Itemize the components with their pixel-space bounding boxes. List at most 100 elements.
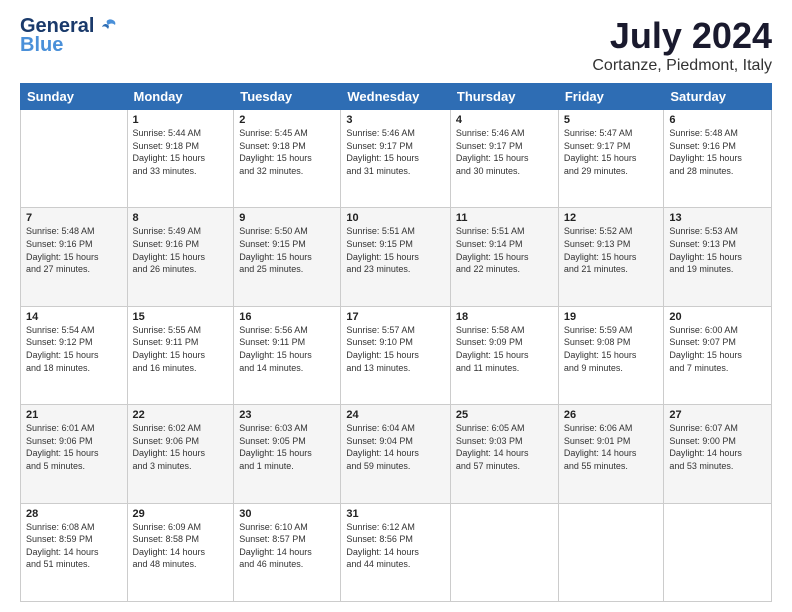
day-cell: 14Sunrise: 5:54 AM Sunset: 9:12 PM Dayli… — [21, 306, 128, 404]
day-info: Sunrise: 5:44 AM Sunset: 9:18 PM Dayligh… — [133, 127, 229, 177]
day-cell: 18Sunrise: 5:58 AM Sunset: 9:09 PM Dayli… — [450, 306, 558, 404]
day-info: Sunrise: 5:56 AM Sunset: 9:11 PM Dayligh… — [239, 324, 335, 374]
day-number: 15 — [133, 311, 229, 323]
logo: General Blue — [20, 15, 119, 57]
day-cell: 27Sunrise: 6:07 AM Sunset: 9:00 PM Dayli… — [664, 405, 772, 503]
day-info: Sunrise: 5:46 AM Sunset: 9:17 PM Dayligh… — [346, 127, 445, 177]
day-info: Sunrise: 5:55 AM Sunset: 9:11 PM Dayligh… — [133, 324, 229, 374]
day-info: Sunrise: 6:04 AM Sunset: 9:04 PM Dayligh… — [346, 422, 445, 472]
day-cell: 19Sunrise: 5:59 AM Sunset: 9:08 PM Dayli… — [558, 306, 664, 404]
col-header-friday: Friday — [558, 84, 664, 110]
day-cell: 5Sunrise: 5:47 AM Sunset: 9:17 PM Daylig… — [558, 110, 664, 208]
day-info: Sunrise: 5:47 AM Sunset: 9:17 PM Dayligh… — [564, 127, 659, 177]
day-number: 12 — [564, 212, 659, 224]
day-info: Sunrise: 5:48 AM Sunset: 9:16 PM Dayligh… — [26, 225, 122, 275]
day-cell: 4Sunrise: 5:46 AM Sunset: 9:17 PM Daylig… — [450, 110, 558, 208]
day-info: Sunrise: 6:05 AM Sunset: 9:03 PM Dayligh… — [456, 422, 553, 472]
day-info: Sunrise: 6:10 AM Sunset: 8:57 PM Dayligh… — [239, 521, 335, 571]
day-cell: 11Sunrise: 5:51 AM Sunset: 9:14 PM Dayli… — [450, 208, 558, 306]
day-info: Sunrise: 5:57 AM Sunset: 9:10 PM Dayligh… — [346, 324, 445, 374]
col-header-tuesday: Tuesday — [234, 84, 341, 110]
day-number: 23 — [239, 409, 335, 421]
day-cell — [450, 503, 558, 601]
month-year: July 2024 — [592, 15, 772, 57]
day-info: Sunrise: 6:07 AM Sunset: 9:00 PM Dayligh… — [669, 422, 766, 472]
col-header-saturday: Saturday — [664, 84, 772, 110]
day-cell: 17Sunrise: 5:57 AM Sunset: 9:10 PM Dayli… — [341, 306, 451, 404]
day-info: Sunrise: 6:06 AM Sunset: 9:01 PM Dayligh… — [564, 422, 659, 472]
day-cell: 23Sunrise: 6:03 AM Sunset: 9:05 PM Dayli… — [234, 405, 341, 503]
day-cell: 31Sunrise: 6:12 AM Sunset: 8:56 PM Dayli… — [341, 503, 451, 601]
day-info: Sunrise: 5:48 AM Sunset: 9:16 PM Dayligh… — [669, 127, 766, 177]
day-number: 24 — [346, 409, 445, 421]
day-info: Sunrise: 6:01 AM Sunset: 9:06 PM Dayligh… — [26, 422, 122, 472]
day-cell: 1Sunrise: 5:44 AM Sunset: 9:18 PM Daylig… — [127, 110, 234, 208]
header: General Blue July 2024 Cortanze, Piedmon… — [20, 15, 772, 75]
day-number: 27 — [669, 409, 766, 421]
day-cell: 15Sunrise: 5:55 AM Sunset: 9:11 PM Dayli… — [127, 306, 234, 404]
day-number: 31 — [346, 508, 445, 520]
day-info: Sunrise: 6:03 AM Sunset: 9:05 PM Dayligh… — [239, 422, 335, 472]
col-header-monday: Monday — [127, 84, 234, 110]
day-number: 10 — [346, 212, 445, 224]
day-number: 6 — [669, 114, 766, 126]
day-cell: 20Sunrise: 6:00 AM Sunset: 9:07 PM Dayli… — [664, 306, 772, 404]
col-header-wednesday: Wednesday — [341, 84, 451, 110]
day-info: Sunrise: 5:52 AM Sunset: 9:13 PM Dayligh… — [564, 225, 659, 275]
day-number: 1 — [133, 114, 229, 126]
day-cell: 22Sunrise: 6:02 AM Sunset: 9:06 PM Dayli… — [127, 405, 234, 503]
day-cell — [664, 503, 772, 601]
day-cell: 13Sunrise: 5:53 AM Sunset: 9:13 PM Dayli… — [664, 208, 772, 306]
day-number: 20 — [669, 311, 766, 323]
day-number: 8 — [133, 212, 229, 224]
day-number: 26 — [564, 409, 659, 421]
week-row-3: 14Sunrise: 5:54 AM Sunset: 9:12 PM Dayli… — [21, 306, 772, 404]
col-header-thursday: Thursday — [450, 84, 558, 110]
day-cell: 21Sunrise: 6:01 AM Sunset: 9:06 PM Dayli… — [21, 405, 128, 503]
day-number: 7 — [26, 212, 122, 224]
day-number: 4 — [456, 114, 553, 126]
title-block: July 2024 Cortanze, Piedmont, Italy — [592, 15, 772, 75]
day-cell: 8Sunrise: 5:49 AM Sunset: 9:16 PM Daylig… — [127, 208, 234, 306]
day-info: Sunrise: 6:02 AM Sunset: 9:06 PM Dayligh… — [133, 422, 229, 472]
day-number: 2 — [239, 114, 335, 126]
logo-blue-text: Blue — [20, 34, 63, 57]
day-info: Sunrise: 5:58 AM Sunset: 9:09 PM Dayligh… — [456, 324, 553, 374]
day-number: 11 — [456, 212, 553, 224]
day-cell: 26Sunrise: 6:06 AM Sunset: 9:01 PM Dayli… — [558, 405, 664, 503]
day-number: 3 — [346, 114, 445, 126]
day-number: 9 — [239, 212, 335, 224]
day-cell: 3Sunrise: 5:46 AM Sunset: 9:17 PM Daylig… — [341, 110, 451, 208]
day-number: 16 — [239, 311, 335, 323]
day-cell: 28Sunrise: 6:08 AM Sunset: 8:59 PM Dayli… — [21, 503, 128, 601]
day-cell: 10Sunrise: 5:51 AM Sunset: 9:15 PM Dayli… — [341, 208, 451, 306]
day-info: Sunrise: 5:45 AM Sunset: 9:18 PM Dayligh… — [239, 127, 335, 177]
day-info: Sunrise: 6:00 AM Sunset: 9:07 PM Dayligh… — [669, 324, 766, 374]
day-info: Sunrise: 6:09 AM Sunset: 8:58 PM Dayligh… — [133, 521, 229, 571]
week-row-5: 28Sunrise: 6:08 AM Sunset: 8:59 PM Dayli… — [21, 503, 772, 601]
day-number: 21 — [26, 409, 122, 421]
day-number: 18 — [456, 311, 553, 323]
day-cell: 6Sunrise: 5:48 AM Sunset: 9:16 PM Daylig… — [664, 110, 772, 208]
day-info: Sunrise: 5:59 AM Sunset: 9:08 PM Dayligh… — [564, 324, 659, 374]
col-header-sunday: Sunday — [21, 84, 128, 110]
day-cell: 2Sunrise: 5:45 AM Sunset: 9:18 PM Daylig… — [234, 110, 341, 208]
day-number: 30 — [239, 508, 335, 520]
day-cell: 12Sunrise: 5:52 AM Sunset: 9:13 PM Dayli… — [558, 208, 664, 306]
day-info: Sunrise: 5:54 AM Sunset: 9:12 PM Dayligh… — [26, 324, 122, 374]
day-cell: 29Sunrise: 6:09 AM Sunset: 8:58 PM Dayli… — [127, 503, 234, 601]
day-cell: 24Sunrise: 6:04 AM Sunset: 9:04 PM Dayli… — [341, 405, 451, 503]
day-cell: 7Sunrise: 5:48 AM Sunset: 9:16 PM Daylig… — [21, 208, 128, 306]
day-number: 13 — [669, 212, 766, 224]
day-number: 19 — [564, 311, 659, 323]
day-number: 29 — [133, 508, 229, 520]
day-info: Sunrise: 5:46 AM Sunset: 9:17 PM Dayligh… — [456, 127, 553, 177]
week-row-2: 7Sunrise: 5:48 AM Sunset: 9:16 PM Daylig… — [21, 208, 772, 306]
header-row: SundayMondayTuesdayWednesdayThursdayFrid… — [21, 84, 772, 110]
day-number: 22 — [133, 409, 229, 421]
day-info: Sunrise: 5:49 AM Sunset: 9:16 PM Dayligh… — [133, 225, 229, 275]
day-info: Sunrise: 5:50 AM Sunset: 9:15 PM Dayligh… — [239, 225, 335, 275]
day-info: Sunrise: 5:51 AM Sunset: 9:15 PM Dayligh… — [346, 225, 445, 275]
location: Cortanze, Piedmont, Italy — [592, 57, 772, 75]
day-cell — [558, 503, 664, 601]
